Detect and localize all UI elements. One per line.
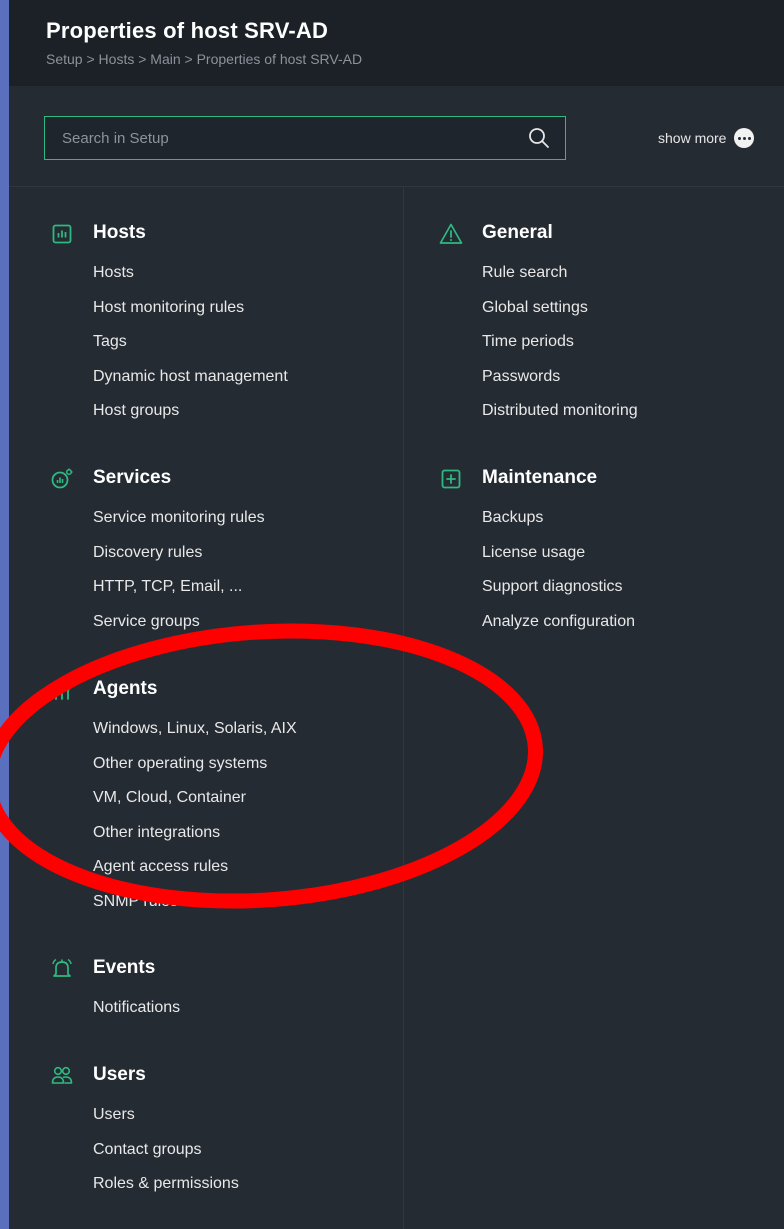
search-bar: show more [9,86,784,187]
menu-item-rule-search[interactable]: Rule search [482,263,638,298]
menu-item-vm-cloud-container[interactable]: VM, Cloud, Container [93,788,297,823]
show-more-label: show more [658,130,727,146]
menu-item-service-monitoring-rules[interactable]: Service monitoring rules [93,508,265,543]
search-box[interactable] [44,116,566,160]
hosts-icon [52,224,72,244]
menu-item-support-diagnostics[interactable]: Support diagnostics [482,577,635,612]
menu-item-analyze-configuration[interactable]: Analyze configuration [482,612,635,647]
menu-item-other-operating-systems[interactable]: Other operating systems [93,754,297,789]
menu-item-backups[interactable]: Backups [482,508,635,543]
warning-triangle-icon [439,223,463,244]
menu-item-host-monitoring-rules[interactable]: Host monitoring rules [93,298,288,333]
show-more-button[interactable]: show more [658,127,755,149]
menu-item-roles-permissions[interactable]: Roles & permissions [93,1174,239,1209]
menu-item-tags[interactable]: Tags [93,332,288,367]
section-title: Maintenance [482,467,598,488]
menu-item-users[interactable]: Users [93,1105,239,1140]
page-header: Properties of host SRV-AD Setup > Hosts … [9,0,784,86]
menu-item-passwords[interactable]: Passwords [482,367,638,402]
bell-icon [52,958,72,977]
menu-item-other-integrations[interactable]: Other integrations [93,823,297,858]
more-dots-icon [734,128,755,148]
maintenance-plus-icon [441,469,461,489]
menu-item-dynamic-host-management[interactable]: Dynamic host management [93,367,288,402]
column-divider [403,187,404,1229]
menu-item-contact-groups[interactable]: Contact groups [93,1140,239,1175]
search-icon[interactable] [527,126,551,150]
menu-item-license-usage[interactable]: License usage [482,543,635,578]
menu-item-distributed-monitoring[interactable]: Distributed monitoring [482,401,638,436]
menu-item-time-periods[interactable]: Time periods [482,332,638,367]
section-title: Services [93,467,172,488]
section-title: Users [93,1064,146,1085]
menu-item-notifications[interactable]: Notifications [93,998,180,1033]
menu-item-snmp-rules[interactable]: SNMP rules [93,892,297,927]
section-title: Hosts [93,222,146,243]
search-input[interactable] [45,117,534,160]
users-icon [51,1066,73,1084]
menu-item-windows-linux-solaris-aix[interactable]: Windows, Linux, Solaris, AIX [93,719,297,754]
menu-item-service-groups[interactable]: Service groups [93,612,265,647]
breadcrumb: Setup > Hosts > Main > Properties of hos… [46,51,363,67]
agents-icon [52,680,73,700]
page-title: Properties of host SRV-AD [46,18,329,43]
menu-item-discovery-rules[interactable]: Discovery rules [93,543,265,578]
menu-item-host-groups[interactable]: Host groups [93,401,288,436]
menu-item-global-settings[interactable]: Global settings [482,298,638,333]
menu-item-agent-access-rules[interactable]: Agent access rules [93,857,297,892]
menu-item-hosts[interactable]: Hosts [93,263,288,298]
section-title: Events [93,957,156,978]
setup-panel: Properties of host SRV-AD Setup > Hosts … [9,0,784,1229]
section-title: Agents [93,678,158,699]
services-icon [51,468,73,489]
section-title: General [482,222,553,243]
menu-item-http-tcp-email[interactable]: HTTP, TCP, Email, ... [93,577,265,612]
